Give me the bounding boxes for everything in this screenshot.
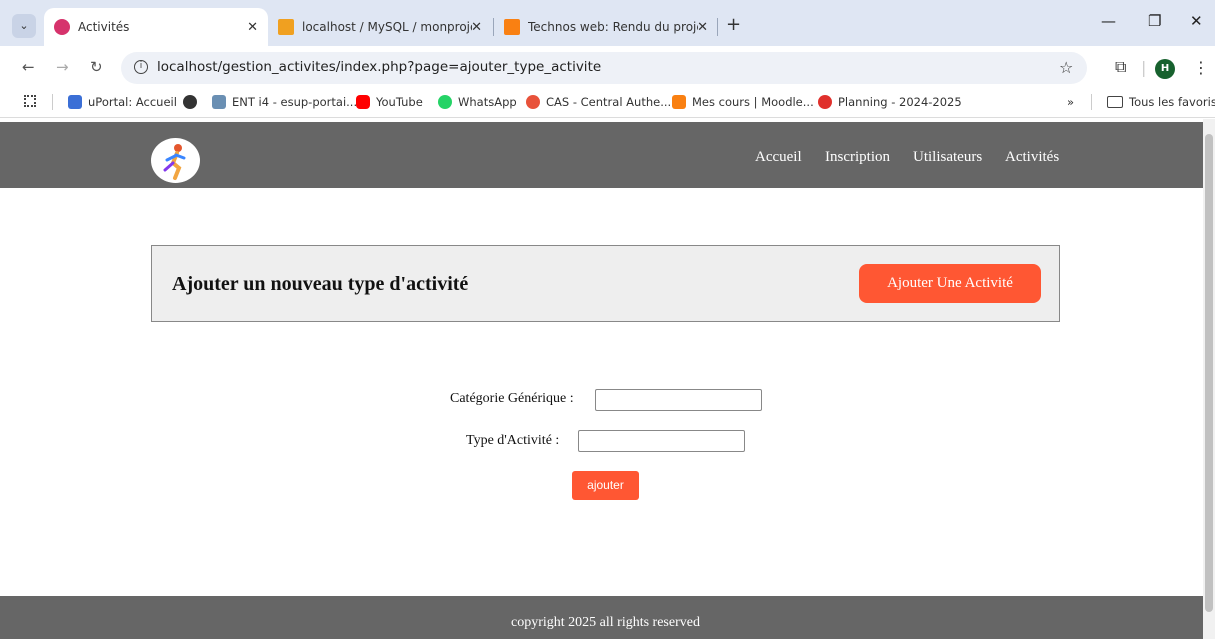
runner-logo-icon bbox=[163, 144, 186, 180]
add-activity-button[interactable]: Ajouter Une Activité bbox=[859, 264, 1041, 303]
tab-close-icon[interactable]: ✕ bbox=[471, 20, 482, 35]
site-footer: copyright 2025 all rights reserved bbox=[0, 596, 1203, 639]
forward-arrow-icon[interactable]: → bbox=[56, 58, 69, 76]
page-content: Accueil Inscription Utilisateurs Activit… bbox=[0, 119, 1203, 639]
moodle-icon bbox=[672, 95, 686, 109]
bookmark-label: Planning - 2024-2025 bbox=[838, 95, 962, 109]
reload-icon[interactable]: ↻ bbox=[90, 58, 103, 76]
category-input[interactable] bbox=[595, 389, 762, 411]
bookmark-label: CAS - Central Authe... bbox=[546, 95, 672, 109]
nav-activites[interactable]: Activités bbox=[1005, 149, 1059, 166]
tab-favicon bbox=[278, 19, 294, 35]
uportal-icon bbox=[68, 95, 82, 109]
minimize-icon[interactable]: — bbox=[1101, 12, 1116, 30]
folder-icon bbox=[1107, 96, 1123, 108]
extensions-puzzle-icon[interactable]: ⧉ bbox=[1115, 57, 1126, 77]
page-banner: Ajouter un nouveau type d'activité Ajout… bbox=[151, 245, 1060, 322]
more-bookmarks-chevron-icon[interactable]: » bbox=[1067, 95, 1074, 109]
tab-activites[interactable]: Activités ✕ bbox=[44, 8, 268, 46]
tab-favicon bbox=[54, 19, 70, 35]
bookmark-label: WhatsApp bbox=[458, 95, 517, 109]
tab-search-chevron-icon[interactable]: ⌄ bbox=[12, 14, 36, 38]
youtube-icon bbox=[356, 95, 370, 109]
bookmark-label: YouTube bbox=[376, 95, 423, 109]
bookmark-uportal[interactable]: uPortal: Accueil bbox=[68, 95, 177, 109]
bookmark-label: uPortal: Accueil bbox=[88, 95, 177, 109]
activity-type-input[interactable] bbox=[578, 430, 745, 452]
restore-icon[interactable]: ❐ bbox=[1148, 12, 1161, 30]
tab-title: Activités bbox=[78, 20, 130, 34]
site-info-icon[interactable]: i bbox=[134, 60, 148, 74]
copyright-text: copyright 2025 all rights reserved bbox=[511, 615, 700, 630]
profile-avatar[interactable]: H bbox=[1155, 59, 1175, 79]
activity-type-label: Type d'Activité : bbox=[466, 433, 560, 448]
all-bookmarks-label: Tous les favoris bbox=[1129, 95, 1215, 109]
ent-icon bbox=[212, 95, 226, 109]
submit-button[interactable]: ajouter bbox=[572, 471, 639, 500]
tab-strip: ⌄ Activités ✕ localhost / MySQL / monpro… bbox=[0, 0, 1215, 46]
bookmark-whatsapp[interactable]: WhatsApp bbox=[438, 95, 517, 109]
tab-title: localhost / MySQL / monprojet bbox=[302, 20, 472, 34]
category-label: Catégorie Générique : bbox=[450, 391, 574, 406]
all-bookmarks[interactable]: Tous les favoris bbox=[1107, 95, 1215, 109]
nav-accueil[interactable]: Accueil bbox=[755, 149, 802, 166]
globe-icon bbox=[183, 95, 197, 109]
whatsapp-icon bbox=[438, 95, 452, 109]
menu-kebab-icon[interactable]: ⋮ bbox=[1193, 58, 1209, 77]
tab-close-icon[interactable]: ✕ bbox=[247, 20, 258, 35]
cas-icon bbox=[526, 95, 540, 109]
site-header: Accueil Inscription Utilisateurs Activit… bbox=[0, 122, 1203, 188]
nav-utilisateurs[interactable]: Utilisateurs bbox=[913, 149, 982, 166]
tab-moodle[interactable]: Technos web: Rendu du projet ✕ bbox=[494, 8, 718, 46]
new-tab-plus-icon[interactable]: + bbox=[726, 14, 741, 35]
tab-favicon bbox=[504, 19, 520, 35]
toolbar-divider: | bbox=[1141, 58, 1147, 77]
bookmark-ent[interactable]: ENT i4 - esup-portai... bbox=[212, 95, 357, 109]
bookmark-label: ENT i4 - esup-portai... bbox=[232, 95, 358, 109]
tab-title: Technos web: Rendu du projet bbox=[528, 20, 698, 34]
tab-separator bbox=[717, 18, 718, 36]
tab-phpmyadmin[interactable]: localhost / MySQL / monprojet ✕ bbox=[268, 8, 492, 46]
bookmark-label: Mes cours | Moodle... bbox=[692, 95, 814, 109]
bookmark-youtube[interactable]: YouTube bbox=[356, 95, 423, 109]
planning-icon bbox=[818, 95, 832, 109]
url-text[interactable]: localhost/gestion_activites/index.php?pa… bbox=[157, 59, 601, 75]
bookmark-moodle[interactable]: Mes cours | Moodle... bbox=[672, 95, 814, 109]
scrollbar-thumb[interactable] bbox=[1205, 134, 1213, 612]
nav-inscription[interactable]: Inscription bbox=[825, 149, 890, 166]
apps-grid-icon[interactable] bbox=[24, 95, 36, 107]
page-title: Ajouter un nouveau type d'activité bbox=[172, 273, 469, 295]
bookmark-cas[interactable]: CAS - Central Authe... bbox=[526, 95, 671, 109]
site-logo[interactable] bbox=[151, 138, 200, 183]
close-window-icon[interactable]: ✕ bbox=[1190, 12, 1203, 30]
bookmark-star-icon[interactable]: ☆ bbox=[1059, 58, 1073, 77]
bookmark-separator bbox=[1091, 94, 1092, 110]
bookmark-separator bbox=[52, 94, 53, 110]
bookmark-globe[interactable] bbox=[183, 95, 203, 109]
back-arrow-icon[interactable]: ← bbox=[22, 58, 35, 76]
tab-close-icon[interactable]: ✕ bbox=[697, 20, 708, 35]
bookmark-planning[interactable]: Planning - 2024-2025 bbox=[818, 95, 962, 109]
